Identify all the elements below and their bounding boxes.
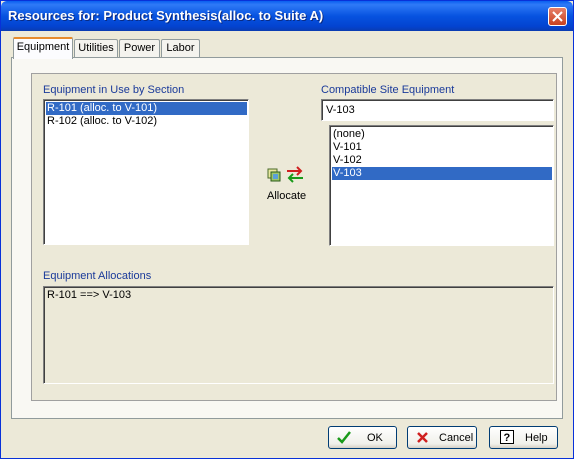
allocate-label: Allocate [267,190,307,202]
tab-labor[interactable]: Labor [161,39,200,57]
help-icon: ? [500,430,514,444]
checkmark-icon [337,431,351,444]
list-item[interactable]: V-102 [332,154,552,167]
tab-power-label: Power [123,42,156,54]
equipment-allocations-label: Equipment Allocations [43,270,152,282]
equipment-in-use-label: Equipment in Use by Section [43,84,185,96]
tab-utilities[interactable]: Utilities [74,39,118,57]
svg-text:?: ? [504,432,511,444]
title-bar[interactable]: Resources for: Product Synthesis(alloc. … [1,1,573,31]
tab-labor-label: Labor [166,42,195,54]
help-button[interactable]: ? Help [489,426,558,449]
equipment-allocations-list[interactable]: R-101 ==> V-103 [43,286,554,384]
equipment-tab-panel: Equipment in Use by Section R-101 (alloc… [11,57,563,419]
list-item[interactable]: V-101 [332,141,552,154]
cancel-button-label: Cancel [439,432,474,444]
dialog-window: Resources for: Product Synthesis(alloc. … [0,0,574,459]
equipment-in-use-list[interactable]: R-101 (alloc. to V-101) R-102 (alloc. to… [43,99,249,245]
list-item[interactable]: R-101 (alloc. to V-101) [46,102,247,115]
close-button[interactable] [548,7,567,26]
ok-button[interactable]: OK [328,426,397,449]
tab-equipment[interactable]: Equipment [13,37,73,59]
list-item[interactable]: (none) [332,128,552,141]
compatible-equipment-field[interactable]: V-103 [321,99,554,121]
tab-power[interactable]: Power [119,39,160,57]
equipment-group: Equipment in Use by Section R-101 (alloc… [31,73,557,401]
ok-button-label: OK [367,432,383,444]
list-item[interactable]: V-103 [332,167,552,180]
allocate-icon [267,166,303,183]
tab-equipment-label: Equipment [16,41,70,53]
allocate-button[interactable]: Allocate [260,166,314,206]
compatible-equipment-list[interactable]: (none) V-101 V-102 V-103 [329,125,554,246]
compatible-equipment-label: Compatible Site Equipment [321,84,455,96]
compatible-equipment-value: V-103 [326,104,355,116]
window-title: Resources for: Product Synthesis(alloc. … [8,8,324,23]
cancel-x-icon [417,432,428,443]
tab-utilities-label: Utilities [78,42,114,54]
close-icon [552,11,563,22]
cancel-button[interactable]: Cancel [407,426,477,449]
help-button-label: Help [525,432,548,444]
list-item[interactable]: R-102 (alloc. to V-102) [46,115,247,128]
list-item[interactable]: R-101 ==> V-103 [46,289,131,302]
